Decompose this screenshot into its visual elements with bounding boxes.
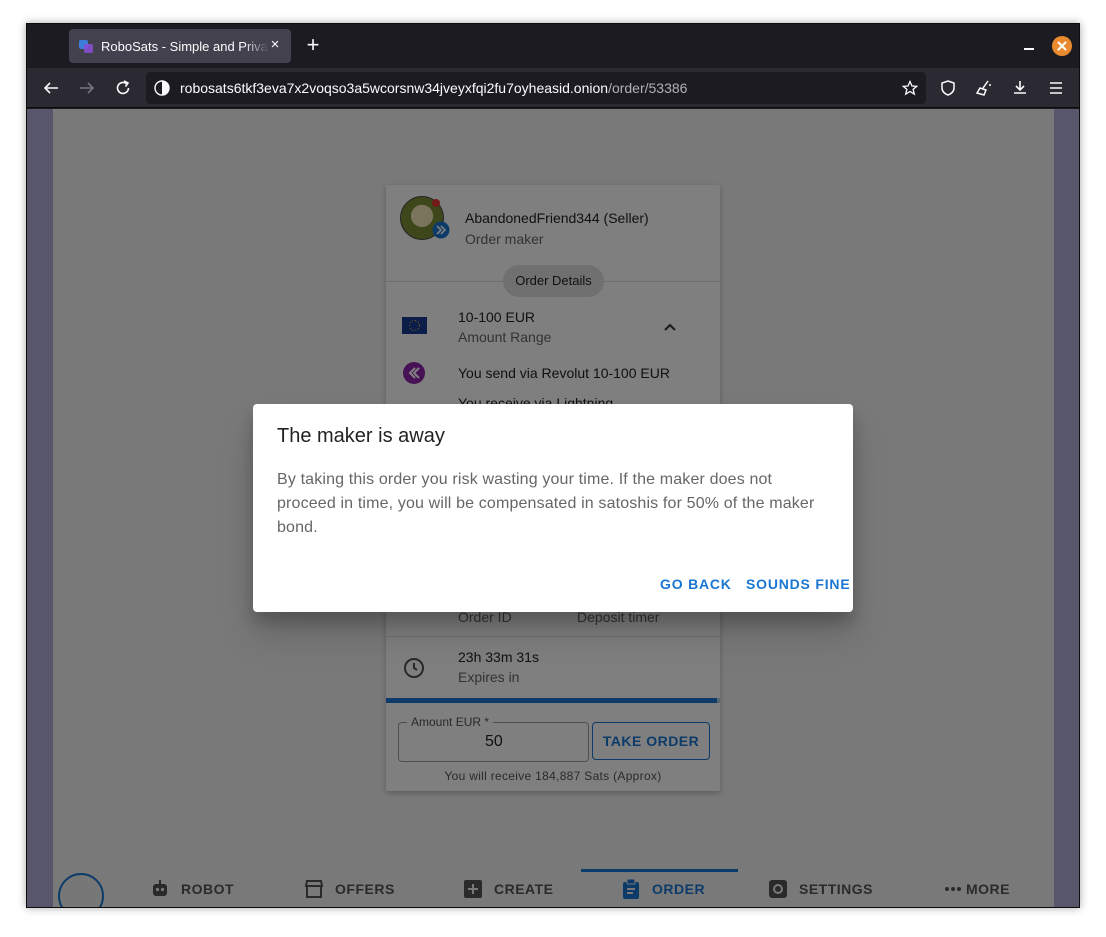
robosats-favicon-icon bbox=[78, 38, 94, 54]
minimize-button[interactable] bbox=[1019, 36, 1039, 56]
go-back-button[interactable]: GO BACK bbox=[660, 576, 732, 592]
new-tab-button[interactable]: + bbox=[301, 34, 325, 58]
downloads-button[interactable] bbox=[1008, 76, 1032, 100]
tab-close-icon[interactable]: × bbox=[267, 37, 283, 53]
download-icon bbox=[1014, 81, 1026, 94]
navigation-bar: robosats6tkf3eva7x2voqso3a5wcorsnw34jvey… bbox=[27, 68, 1079, 108]
url-text: robosats6tkf3eva7x2voqso3a5wcorsnw34jvey… bbox=[180, 80, 687, 96]
back-button[interactable] bbox=[39, 76, 63, 100]
sounds-fine-button[interactable]: SOUNDS FINE bbox=[746, 576, 850, 592]
back-arrow-icon bbox=[43, 82, 58, 94]
bookmark-star-icon[interactable] bbox=[902, 80, 918, 96]
onion-site-icon bbox=[154, 80, 170, 96]
menu-button[interactable] bbox=[1044, 76, 1068, 100]
dialog-body: By taking this order you risk wasting yo… bbox=[277, 471, 815, 536]
forward-arrow-icon bbox=[80, 82, 95, 94]
close-icon bbox=[1057, 41, 1067, 51]
tab-title: RoboSats - Simple and Private Bitcoin Ex… bbox=[101, 38, 269, 54]
maker-away-dialog: The maker is away By taking this order y… bbox=[253, 404, 853, 612]
browser-tab[interactable]: RoboSats - Simple and Private Bitcoin Ex… bbox=[69, 29, 291, 63]
tor-circuit-button[interactable] bbox=[972, 76, 996, 100]
broom-icon bbox=[975, 80, 991, 96]
reload-button[interactable] bbox=[111, 76, 135, 100]
shield-icon bbox=[941, 80, 955, 96]
forward-button[interactable] bbox=[75, 76, 99, 100]
hamburger-menu-icon bbox=[1050, 82, 1062, 94]
url-host: robosats6tkf3eva7x2voqso3a5wcorsnw34jvey… bbox=[180, 80, 609, 96]
reload-icon bbox=[116, 80, 130, 95]
shield-button[interactable] bbox=[936, 76, 960, 100]
tab-bar: RoboSats - Simple and Private Bitcoin Ex… bbox=[27, 24, 1079, 68]
url-bar[interactable]: robosats6tkf3eva7x2voqso3a5wcorsnw34jvey… bbox=[146, 72, 926, 104]
dialog-title: The maker is away bbox=[277, 425, 445, 447]
close-window-button[interactable] bbox=[1052, 36, 1072, 56]
url-path: /order/53386 bbox=[608, 80, 688, 96]
